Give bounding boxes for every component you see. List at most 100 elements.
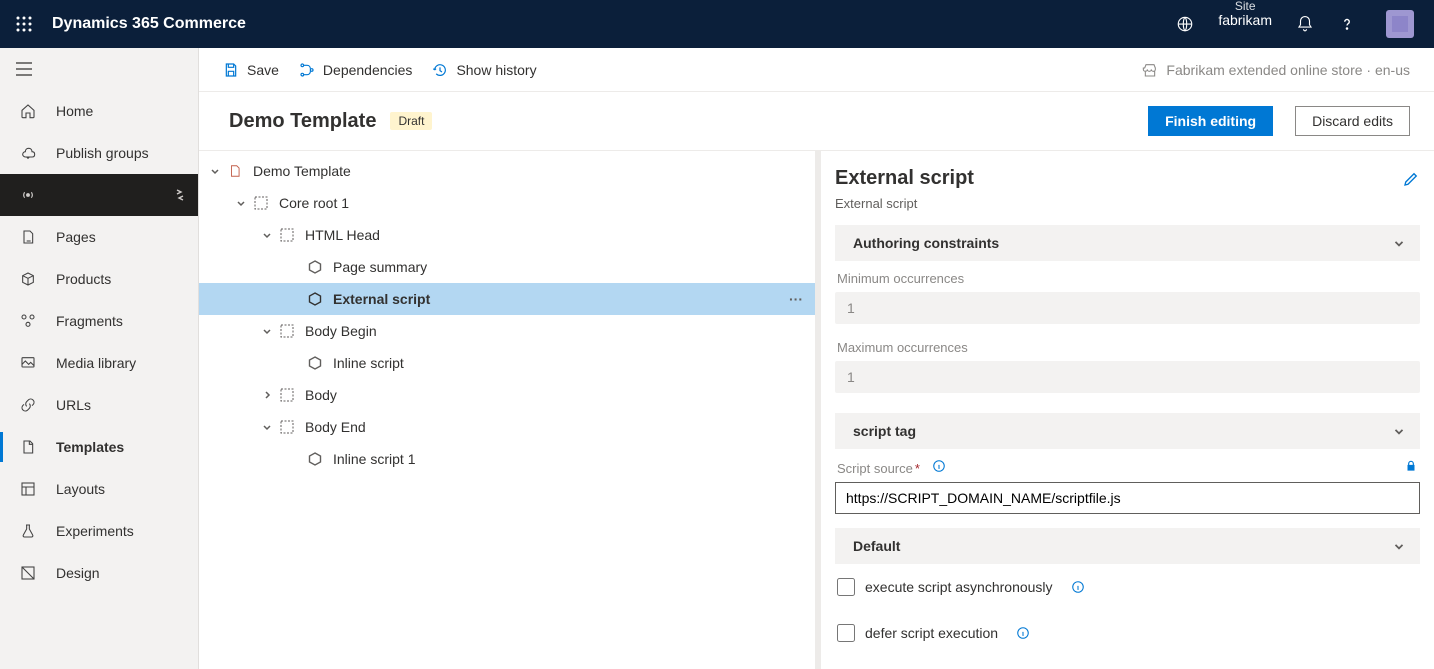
tree-node-html-head[interactable]: HTML Head — [199, 219, 815, 251]
sidebar-item-layouts[interactable]: Layouts — [0, 468, 198, 510]
sidebar-item-label: Design — [56, 565, 100, 581]
tree-label: External script — [333, 291, 430, 307]
sidebar-item-templates[interactable]: Templates — [0, 426, 198, 468]
tree-node-external-script[interactable]: External script ··· — [199, 283, 815, 315]
properties-panel: External script External script Authorin… — [821, 150, 1434, 669]
history-button[interactable]: Show history — [432, 62, 536, 78]
section-authoring[interactable]: Authoring constraints — [835, 225, 1420, 261]
app-launcher-button[interactable] — [0, 0, 48, 48]
save-icon — [223, 62, 239, 78]
command-bar: Save Dependencies Show history Fabrikam … — [199, 48, 1434, 92]
site-selector[interactable]: Site fabrikam — [1206, 0, 1284, 48]
sidebar-item-label: Products — [56, 271, 111, 287]
container-icon — [277, 388, 297, 402]
discard-edits-button[interactable]: Discard edits — [1295, 106, 1410, 136]
sidebar-item-fragments[interactable]: Fragments — [0, 300, 198, 342]
sidebar-item-label: Fragments — [56, 313, 123, 329]
tree-label: Demo Template — [253, 163, 351, 179]
sidebar-item-products[interactable]: Products — [0, 258, 198, 300]
sidebar-item-label: Templates — [56, 439, 124, 455]
waffle-icon — [16, 16, 32, 32]
module-icon — [305, 260, 325, 274]
tree-node-page-summary[interactable]: Page summary — [199, 251, 815, 283]
globe-icon — [1176, 15, 1194, 33]
min-occurrences-field: 1 — [835, 292, 1420, 324]
sidebar-item-label: Pages — [56, 229, 96, 245]
sidebar-item-media[interactable]: Media library — [0, 342, 198, 384]
outline-tree: Demo Template Core root 1 HTML Head — [199, 150, 821, 669]
sidebar-item-label: Home — [56, 103, 93, 119]
info-icon[interactable] — [1016, 626, 1030, 640]
tree-node-core[interactable]: Core root 1 — [199, 187, 815, 219]
tree-node-body[interactable]: Body — [199, 379, 815, 411]
tree-label: HTML Head — [305, 227, 380, 243]
content: Save Dependencies Show history Fabrikam … — [199, 48, 1434, 669]
defer-label: defer script execution — [865, 625, 998, 641]
tree-label: Body End — [305, 419, 366, 435]
chevron-right-icon — [257, 389, 277, 401]
tree-label: Core root 1 — [279, 195, 349, 211]
tree-node-inline-script[interactable]: Inline script — [199, 347, 815, 379]
fragments-icon — [18, 313, 38, 329]
publish-icon — [18, 145, 38, 161]
container-icon — [277, 228, 297, 242]
async-checkbox[interactable] — [837, 578, 855, 596]
sidebar-item-urls[interactable]: URLs — [0, 384, 198, 426]
dependencies-button[interactable]: Dependencies — [299, 62, 413, 78]
finish-editing-button[interactable]: Finish editing — [1148, 106, 1273, 136]
globe-button[interactable] — [1164, 0, 1206, 48]
product-icon — [18, 271, 38, 287]
section-script-tag[interactable]: script tag — [835, 413, 1420, 449]
layout-icon — [18, 481, 38, 497]
tree-node-template[interactable]: Demo Template — [199, 155, 815, 187]
avatar-icon — [1386, 10, 1414, 38]
max-occurrences-label: Maximum occurrences — [837, 340, 1418, 355]
max-occurrences-field: 1 — [835, 361, 1420, 393]
tree-node-inline-script-1[interactable]: Inline script 1 — [199, 443, 815, 475]
tree-label: Inline script 1 — [333, 451, 415, 467]
script-source-label: Script source* — [837, 459, 1418, 476]
async-label: execute script asynchronously — [865, 579, 1053, 595]
expand-icon — [174, 187, 186, 203]
section-default[interactable]: Default — [835, 528, 1420, 564]
channel-indicator: Fabrikam extended online store · en-us — [1142, 62, 1410, 78]
info-icon[interactable] — [1071, 580, 1085, 594]
sidebar-toggle[interactable] — [0, 48, 198, 90]
site-label: Site — [1235, 0, 1256, 13]
tree-node-body-end[interactable]: Body End — [199, 411, 815, 443]
help-icon — [1338, 15, 1356, 33]
flask-icon — [18, 523, 38, 539]
sidebar-item-home[interactable]: Home — [0, 90, 198, 132]
sidebar: Home Publish groups Pages Products Fragm… — [0, 48, 199, 669]
top-bar: Dynamics 365 Commerce Site fabrikam — [0, 0, 1434, 48]
sidebar-item-channel[interactable] — [0, 174, 198, 216]
info-icon[interactable] — [932, 459, 946, 473]
sidebar-item-label: Layouts — [56, 481, 105, 497]
save-label: Save — [247, 62, 279, 78]
sidebar-item-label: Media library — [56, 355, 136, 371]
store-icon — [1142, 62, 1158, 78]
sidebar-item-label: Publish groups — [56, 145, 149, 161]
title-bar: Demo Template Draft Finish editing Disca… — [199, 92, 1434, 150]
save-button[interactable]: Save — [223, 62, 279, 78]
container-icon — [277, 324, 297, 338]
link-icon — [18, 397, 38, 413]
help-button[interactable] — [1326, 0, 1368, 48]
notifications-button[interactable] — [1284, 0, 1326, 48]
chevron-down-icon — [1392, 539, 1406, 553]
section-label: script tag — [853, 423, 916, 439]
edit-button[interactable] — [1402, 170, 1420, 188]
script-source-input[interactable] — [835, 482, 1420, 514]
tree-node-body-begin[interactable]: Body Begin — [199, 315, 815, 347]
defer-checkbox[interactable] — [837, 624, 855, 642]
sidebar-item-experiments[interactable]: Experiments — [0, 510, 198, 552]
dependencies-icon — [299, 62, 315, 78]
module-icon — [305, 452, 325, 466]
container-icon — [277, 420, 297, 434]
sidebar-item-design[interactable]: Design — [0, 552, 198, 594]
sidebar-item-pages[interactable]: Pages — [0, 216, 198, 258]
properties-title: External script — [835, 167, 1402, 190]
more-button[interactable]: ··· — [789, 291, 803, 307]
user-avatar[interactable] — [1368, 0, 1426, 48]
sidebar-item-publish-groups[interactable]: Publish groups — [0, 132, 198, 174]
